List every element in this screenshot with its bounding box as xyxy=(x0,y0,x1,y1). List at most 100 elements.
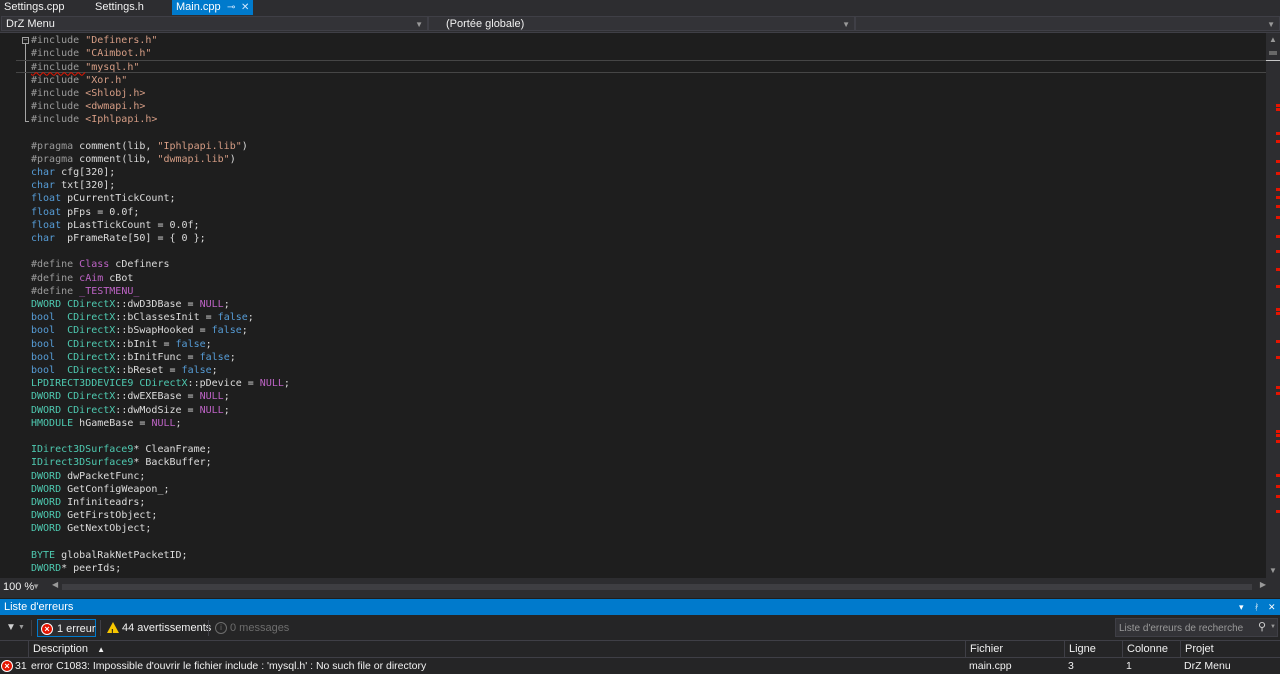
code-token: Class xyxy=(79,259,110,271)
code-line[interactable]: float pFps = 0.0f; xyxy=(31,206,139,219)
error-list-titlebar[interactable]: Liste d'erreurs ▾ ᚯ ✕ xyxy=(0,599,1280,615)
close-panel-icon[interactable]: ✕ xyxy=(1268,599,1276,615)
scroll-up-icon[interactable]: ▲ xyxy=(1266,33,1280,47)
scrollbar-thumb[interactable] xyxy=(1269,51,1277,55)
code-line[interactable]: #define _TESTMENU_ xyxy=(31,285,139,298)
code-editor[interactable]: − #include "Definers.h" #include "CAimbot… xyxy=(0,33,1266,578)
code-line[interactable]: DWORD Infiniteadrs; xyxy=(31,496,145,509)
pin-tab-icon[interactable]: ⊸ xyxy=(227,0,235,15)
code-token: DWORD xyxy=(31,497,62,508)
code-line[interactable]: char txt[320]; xyxy=(31,179,115,192)
code-line[interactable]: #include "Xor.h" xyxy=(31,74,127,87)
search-icon[interactable]: ⚲ xyxy=(1258,620,1266,633)
errors-filter-button[interactable]: × 1 erreur xyxy=(37,619,96,637)
filter-icon[interactable]: ▼ xyxy=(6,622,16,633)
tab-settings-h[interactable]: Settings.h xyxy=(91,0,171,15)
info-icon: i xyxy=(215,622,227,634)
pin-panel-icon[interactable]: ᚯ xyxy=(1254,599,1259,615)
code-line[interactable]: bool CDirectX::bInit = false; xyxy=(31,338,212,351)
chevron-down-icon[interactable]: ▼ xyxy=(18,624,25,631)
code-line[interactable]: DWORD GetFirstObject; xyxy=(31,509,157,522)
hscroll-thumb[interactable] xyxy=(62,584,1252,590)
column-header-project[interactable]: Projet xyxy=(1185,641,1214,657)
column-header-file[interactable]: Fichier xyxy=(970,641,1003,657)
error-row[interactable]: × 31 error C1083: Impossible d'ouvrir le… xyxy=(0,658,1280,674)
code-line[interactable]: bool CDirectX::bReset = false; xyxy=(31,364,218,377)
error-search-box[interactable]: ⚲ ▼ xyxy=(1115,618,1278,638)
code-line[interactable]: #include <Iphlpapi.h> xyxy=(31,113,157,126)
code-token: bool xyxy=(31,351,56,363)
code-line[interactable]: IDirect3DSurface9* CleanFrame; xyxy=(31,443,212,456)
scroll-down-icon[interactable]: ▼ xyxy=(1266,564,1280,578)
code-line[interactable]: DWORD CDirectX::dwD3DBase = NULL; xyxy=(31,298,230,311)
scroll-right-icon[interactable]: ▶ xyxy=(1260,580,1266,589)
window-menu-icon[interactable]: ▾ xyxy=(1239,599,1244,615)
code-line[interactable]: #pragma comment(lib, "dwmapi.lib") xyxy=(31,153,236,166)
code-line[interactable]: float pCurrentTickCount; xyxy=(31,192,176,205)
warnings-filter-button[interactable]: ! 44 avertissements xyxy=(104,619,211,637)
scrollbar-error-marker xyxy=(1276,285,1280,288)
code-line[interactable]: #include <Shlobj.h> xyxy=(31,87,145,100)
scope-combo[interactable]: (Portée globale) ▼ xyxy=(428,16,855,31)
code-line[interactable]: DWORD GetNextObject; xyxy=(31,522,151,535)
column-header-column[interactable]: Colonne xyxy=(1127,641,1168,657)
editor-horizontal-scrollbar[interactable]: ◀ ▶ xyxy=(52,580,1266,591)
code-line[interactable]: DWORD dwPacketFunc; xyxy=(31,470,145,483)
member-combo[interactable]: ▼ xyxy=(855,16,1280,31)
project-combo[interactable]: DrZ Menu ▼ xyxy=(1,16,428,31)
scrollbar-error-marker xyxy=(1276,235,1280,238)
code-line[interactable]: #include <dwmapi.h> xyxy=(31,100,145,113)
column-header-line[interactable]: Ligne xyxy=(1069,641,1096,657)
code-token: NULL xyxy=(199,391,224,403)
code-line[interactable]: BYTE globalRakNetPacketID; xyxy=(31,549,188,562)
scrollbar-error-marker xyxy=(1276,474,1280,477)
error-search-input[interactable] xyxy=(1116,619,1261,638)
code-line[interactable]: bool CDirectX::bInitFunc = false; xyxy=(31,351,236,364)
column-header-description[interactable]: Description ▲ xyxy=(33,641,105,657)
code-line[interactable]: DWORD CDirectX::dwEXEBase = NULL; xyxy=(31,390,230,403)
zoom-combo[interactable]: 100 % ▼ xyxy=(0,580,44,594)
editor-vertical-scrollbar[interactable]: ▲ ▼ xyxy=(1266,33,1280,578)
code-line[interactable]: IDirect3DSurface9* BackBuffer; xyxy=(31,456,212,469)
code-token: #define xyxy=(31,259,80,271)
error-list-title: Liste d'erreurs xyxy=(4,601,74,613)
code-token: BYTE xyxy=(31,549,56,561)
messages-filter-button[interactable]: i 0 messages xyxy=(212,619,292,637)
code-line[interactable]: #include "CAimbot.h" xyxy=(31,47,151,60)
code-line[interactable]: #pragma comment(lib, "Iphlpapi.lib") xyxy=(31,140,248,153)
code-line[interactable]: #define cAim cBot xyxy=(31,272,133,285)
error-file: main.cpp xyxy=(969,660,1012,672)
code-token: ::pDevice = xyxy=(187,378,260,390)
chevron-down-icon: ▼ xyxy=(1267,20,1275,29)
collapse-outline-icon[interactable]: − xyxy=(22,37,29,44)
code-token: ; xyxy=(223,404,230,416)
code-line[interactable]: #include "Definers.h" xyxy=(31,34,157,47)
code-token: bool xyxy=(31,338,56,350)
code-line[interactable]: char pFrameRate[50] = { 0 }; xyxy=(31,232,206,245)
code-token: false xyxy=(211,325,242,337)
scrollbar-error-marker xyxy=(1276,386,1280,389)
code-line[interactable]: char cfg[320]; xyxy=(31,166,115,179)
code-token: #include xyxy=(31,62,86,74)
scrollbar-error-marker xyxy=(1276,205,1280,208)
code-token: char xyxy=(31,233,56,244)
code-token: * CleanFrame; xyxy=(133,444,212,456)
code-line[interactable]: DWORD GetConfigWeapon_; xyxy=(31,483,169,496)
scrollbar-error-marker xyxy=(1276,312,1280,315)
close-tab-icon[interactable]: ✕ xyxy=(241,0,249,15)
code-line[interactable]: bool CDirectX::bSwapHooked = false; xyxy=(31,324,248,337)
code-line[interactable]: HMODULE hGameBase = NULL; xyxy=(31,417,182,430)
code-line[interactable]: DWORD CDirectX::dwModSize = NULL; xyxy=(31,404,230,417)
code-line[interactable]: #include "mysql.h" xyxy=(16,60,1266,74)
code-token: <Shlobj.h> xyxy=(85,87,146,99)
code-line[interactable]: bool CDirectX::bClassesInit = false; xyxy=(31,311,254,324)
code-token: #include xyxy=(31,74,86,86)
code-line[interactable]: #define Class cDefiners xyxy=(31,258,170,271)
chevron-down-icon: ▼ xyxy=(842,20,850,29)
code-line[interactable]: float pLastTickCount = 0.0f; xyxy=(31,219,200,232)
code-line[interactable]: LPDIRECT3DDEVICE9 CDirectX::pDevice = NU… xyxy=(31,377,290,390)
chevron-down-icon[interactable]: ▼ xyxy=(1270,624,1276,630)
code-line[interactable]: DWORD* peerIds; xyxy=(31,562,121,575)
tab-settings-cpp[interactable]: Settings.cpp xyxy=(0,0,90,15)
scroll-left-icon[interactable]: ◀ xyxy=(52,580,58,589)
